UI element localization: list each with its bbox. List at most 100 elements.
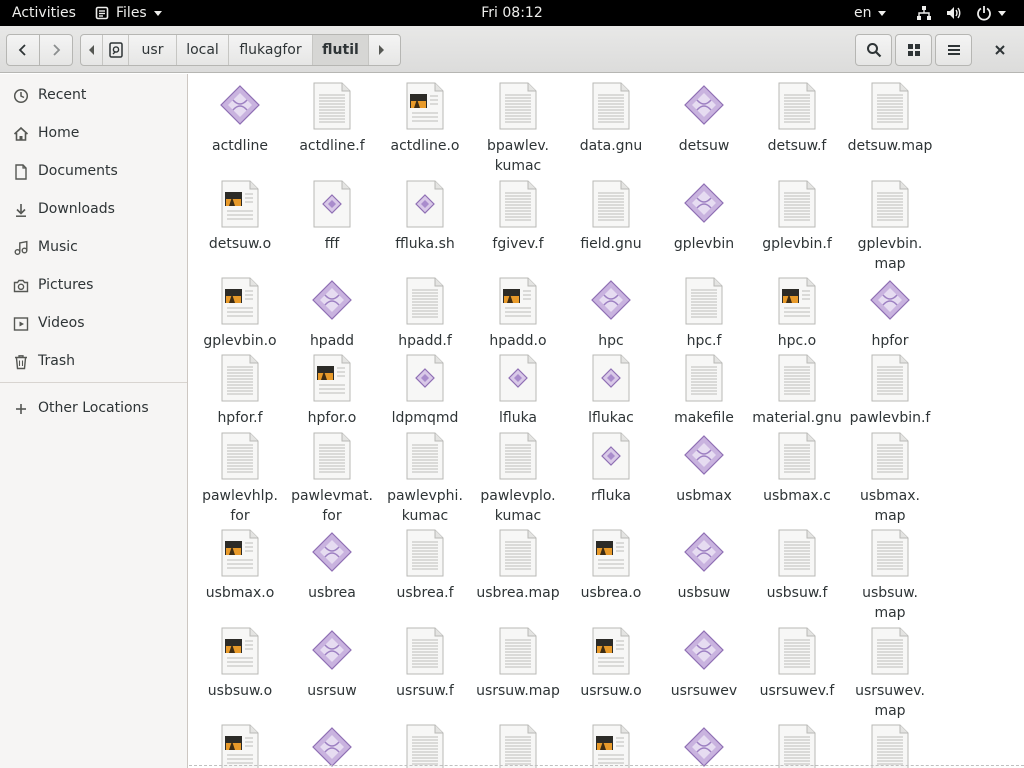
sidebar-separator — [0, 382, 187, 383]
app-menu-button[interactable]: Files — [95, 0, 162, 26]
file-script-icon — [404, 180, 446, 228]
file-name: gplevbin. map — [857, 236, 923, 272]
file-name: gplevbin — [673, 236, 735, 252]
file-name: usbmax — [676, 488, 732, 504]
file-object-icon — [311, 354, 353, 402]
activities-button[interactable]: Activities — [12, 0, 76, 26]
file-name: usrsuwev — [670, 683, 738, 699]
file-object-icon — [219, 724, 261, 768]
chevron-down-icon — [877, 10, 886, 16]
system-status-menu[interactable] — [916, 0, 1006, 26]
file-name: usbrea.f — [396, 585, 454, 601]
file-text-icon — [776, 82, 818, 130]
file-script-icon — [590, 354, 632, 402]
menu-button[interactable] — [935, 34, 972, 66]
file-name: usrsuw — [307, 683, 357, 699]
arrow-right-icon — [378, 45, 384, 55]
sidebar-item-label: Home — [38, 125, 80, 141]
files-app-icon — [95, 6, 109, 20]
file-name: hpfor.o — [307, 410, 357, 426]
file-exec-icon — [683, 627, 725, 675]
file-name: usrsuwev.f — [759, 683, 835, 699]
language-indicator[interactable]: en — [854, 0, 886, 26]
sidebar-item-documents[interactable]: Documents — [0, 153, 187, 189]
file-script-icon — [497, 354, 539, 402]
search-icon — [866, 43, 881, 58]
clock[interactable]: Fri 08:12 — [481, 5, 542, 21]
file-text-icon — [404, 724, 446, 768]
breadcrumb-local[interactable]: local — [177, 35, 229, 65]
file-name: hpc.o — [777, 333, 817, 349]
sidebar-item-pictures[interactable]: Pictures — [0, 267, 187, 303]
sidebar-item-downloads[interactable]: Downloads — [0, 191, 187, 227]
file-name: pawlevplo. kumac — [480, 488, 556, 524]
file-name: detsuw.f — [767, 138, 827, 154]
sidebar-item-trash[interactable]: Trash — [0, 343, 187, 379]
drive-icon — [108, 42, 123, 58]
file-exec-icon — [590, 277, 632, 325]
breadcrumb-flutil[interactable]: flutil — [313, 35, 369, 65]
search-button[interactable] — [855, 34, 892, 66]
file-name: usbsuw — [677, 585, 731, 601]
path-scroll-left-button[interactable] — [81, 35, 103, 65]
file-name: hpadd.o — [489, 333, 547, 349]
file-name: rfluka — [591, 488, 631, 504]
file-name: actdline.f — [299, 138, 365, 154]
path-scroll-right-button[interactable] — [369, 35, 392, 65]
file-text-icon — [869, 627, 911, 675]
network-icon — [917, 6, 931, 20]
file-object-icon — [219, 627, 261, 675]
file-object-icon — [590, 529, 632, 577]
chevron-left-icon — [18, 44, 26, 56]
file-text-icon — [404, 627, 446, 675]
file-name: hpfor — [871, 333, 909, 349]
file-name: gplevbin.f — [762, 236, 832, 252]
file-name: pawlevhlp. for — [202, 488, 278, 524]
file-name: usbsuw.o — [207, 683, 273, 699]
file-grid[interactable]: actdline actdline.f actdline.o bpawlev. kuma… — [189, 74, 1024, 768]
breadcrumb-usr[interactable]: usr — [129, 35, 177, 65]
file-exec-icon — [683, 180, 725, 228]
view-toggle-button[interactable] — [895, 34, 932, 66]
file-object-icon — [590, 627, 632, 675]
video-icon — [13, 316, 29, 332]
file-object-icon — [404, 82, 446, 130]
file-script-icon — [404, 354, 446, 402]
file-name: usrsuw.f — [396, 683, 454, 699]
file-exec-icon — [311, 529, 353, 577]
file-script-icon — [590, 432, 632, 480]
sidebar-item-other-locations[interactable]: Other Locations — [0, 390, 187, 426]
file-text-icon — [683, 277, 725, 325]
file-text-icon — [776, 627, 818, 675]
sidebar-item-recent[interactable]: Recent — [0, 77, 187, 113]
file-exec-icon — [683, 82, 725, 130]
file-name: detsuw.o — [208, 236, 272, 252]
file-exec-icon — [311, 627, 353, 675]
close-icon — [995, 45, 1005, 55]
breadcrumb-flukagfor[interactable]: flukagfor — [229, 35, 313, 65]
path-bar: usr local flukagfor flutil — [80, 34, 401, 66]
file-exec-icon — [683, 432, 725, 480]
file-name: bpawlev. kumac — [487, 138, 549, 174]
file-object-icon — [219, 529, 261, 577]
file-name: makefile — [674, 410, 734, 426]
sidebar-item-home[interactable]: Home — [0, 115, 187, 151]
file-name: gplevbin.o — [203, 333, 277, 349]
path-root-button[interactable] — [103, 35, 129, 65]
file-exec-icon — [869, 277, 911, 325]
clock-icon — [13, 88, 29, 104]
forward-button[interactable] — [39, 35, 72, 65]
file-name: usrsuw.map — [476, 683, 560, 699]
file-text-icon — [497, 180, 539, 228]
sidebar-item-label: Trash — [38, 353, 75, 369]
arrow-left-icon — [88, 45, 94, 55]
back-button[interactable] — [7, 35, 39, 65]
file-text-icon — [590, 82, 632, 130]
file-name: lflukac — [588, 410, 634, 426]
close-window-button[interactable] — [980, 34, 1020, 66]
plus-icon — [13, 401, 29, 417]
file-name: hpadd.f — [398, 333, 452, 349]
sidebar-item-videos[interactable]: Videos — [0, 305, 187, 341]
sidebar-item-music[interactable]: Music — [0, 229, 187, 265]
file-text-icon — [311, 432, 353, 480]
